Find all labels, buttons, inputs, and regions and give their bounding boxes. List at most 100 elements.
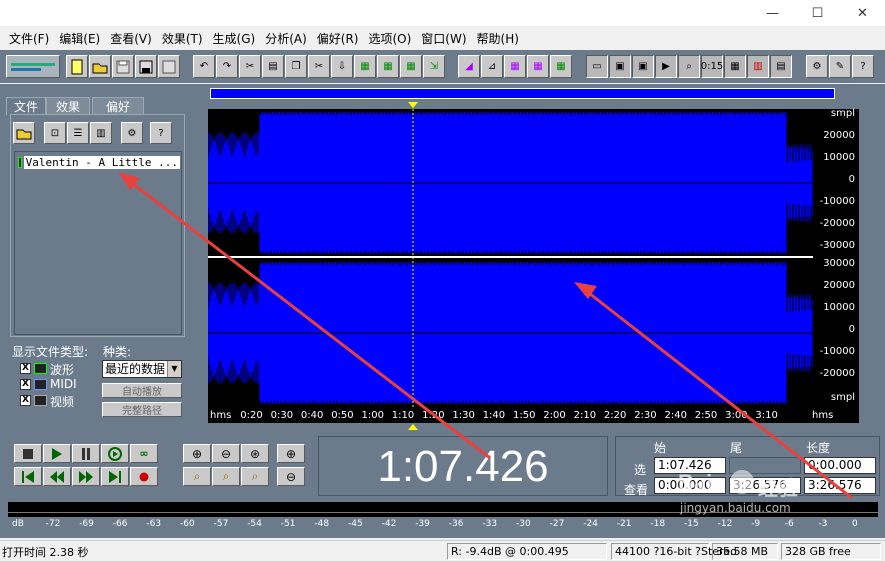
view-selection-icon[interactable]: ▦ — [724, 55, 746, 78]
view-files-icon[interactable]: ▣ — [609, 55, 631, 78]
close-file-icon[interactable]: ☰ — [67, 122, 89, 144]
time-tick: 1:00 — [361, 410, 384, 421]
view-info-icon[interactable]: ▣ — [632, 55, 654, 78]
crop-icon[interactable]: ⇲ — [423, 55, 445, 78]
amp-tick: -20000 — [819, 218, 855, 229]
midi-checkbox[interactable]: X — [20, 379, 31, 390]
play-icon[interactable] — [43, 444, 71, 463]
copy-new-icon[interactable]: ▤ — [262, 55, 284, 78]
playhead-bottom-marker-icon — [408, 424, 418, 430]
settings-icon[interactable]: ⚙ — [806, 55, 828, 78]
maximize-button[interactable]: ☐ — [795, 0, 840, 26]
menu-edit[interactable]: 编辑(E) — [54, 30, 105, 47]
tab-favorites[interactable]: 偏好 — [92, 97, 144, 115]
open-file-icon[interactable] — [89, 55, 111, 78]
sort-select[interactable]: 最近的数据 ▼ — [102, 360, 182, 378]
menu-analyze[interactable]: 分析(A) — [260, 30, 312, 47]
meter-tick: -42 — [381, 519, 397, 529]
amp-tick: 10000 — [823, 302, 855, 313]
zoom-full-icon[interactable]: ⊛ — [241, 444, 269, 463]
minimize-button[interactable]: — — [750, 0, 795, 26]
paste-new-icon[interactable]: ▦ — [354, 55, 376, 78]
script-icon[interactable]: ✎ — [829, 55, 851, 78]
redo-icon[interactable]: ↷ — [216, 55, 238, 78]
menu-view[interactable]: 查看(V) — [105, 30, 157, 47]
insert-icon[interactable]: ▥ — [90, 122, 112, 144]
record-icon[interactable] — [130, 467, 158, 486]
menu-favorites[interactable]: 偏好(R) — [312, 30, 364, 47]
trim-icon[interactable]: ▦ — [400, 55, 422, 78]
import-icon[interactable]: ⊡ — [44, 122, 66, 144]
multitrack-toggle-icon[interactable] — [6, 55, 60, 78]
menu-generate[interactable]: 生成(G) — [208, 30, 261, 47]
play-to-end-icon[interactable] — [101, 444, 129, 463]
overview-bar[interactable] — [210, 88, 835, 99]
file-help-icon[interactable]: ? — [150, 122, 172, 144]
spectral-display-icon[interactable]: ⊿ — [481, 55, 503, 78]
help-icon[interactable]: ? — [852, 55, 874, 78]
repeat-last-icon[interactable]: ✂ — [239, 55, 261, 78]
zoom-selection-icon[interactable]: ⌕ — [241, 467, 269, 486]
view-zoom-icon[interactable]: ⌕ — [678, 55, 700, 78]
pause-icon[interactable] — [72, 444, 100, 463]
waveform-display-icon[interactable]: ◢ — [458, 55, 480, 78]
meter-tick: -57 — [213, 519, 229, 529]
menu-help[interactable]: 帮助(H) — [472, 30, 524, 47]
file-settings-icon[interactable]: ⚙ — [121, 122, 143, 144]
save-icon[interactable] — [112, 55, 134, 78]
autoplay-button[interactable]: 自动播放 — [102, 383, 182, 398]
save-all-icon[interactable] — [158, 55, 180, 78]
rewind-icon[interactable] — [43, 467, 71, 486]
tab-files[interactable]: 文件 — [6, 97, 46, 115]
amp-unit-top: smpl — [830, 108, 855, 119]
spectral-pan-icon[interactable]: ▦ — [504, 55, 526, 78]
new-file-icon[interactable] — [66, 55, 88, 78]
view-time-icon[interactable]: 0:15 — [701, 55, 723, 78]
go-to-start-icon[interactable] — [14, 467, 42, 486]
spectral-phase-icon[interactable]: ▦ — [527, 55, 549, 78]
list-item[interactable]: Valentin - A Little ... — [18, 155, 180, 170]
watermark-url: jingyan.baidu.com — [680, 501, 791, 515]
menu-window[interactable]: 窗口(W) — [416, 30, 471, 47]
vertical-zoom-in-icon[interactable]: ⊕ — [277, 444, 305, 463]
open-folder-icon[interactable] — [13, 122, 35, 144]
close-button[interactable]: ✕ — [840, 0, 885, 26]
wave-checkbox[interactable]: X — [20, 363, 31, 374]
zoom-in-icon[interactable]: ⊕ — [183, 444, 211, 463]
loop-icon[interactable]: ∞ — [130, 444, 158, 463]
spectral-freq-icon[interactable]: ▦ — [550, 55, 572, 78]
tab-effects[interactable]: 效果 — [46, 97, 90, 115]
paste-icon[interactable]: ⇩ — [331, 55, 353, 78]
waveform-view[interactable] — [207, 109, 813, 409]
meter-tick: dB — [12, 519, 24, 529]
chevron-down-icon[interactable]: ▼ — [167, 361, 181, 377]
menu-file[interactable]: 文件(F) — [4, 30, 54, 47]
go-to-end-icon[interactable] — [101, 467, 129, 486]
amp-tick: 10000 — [823, 152, 855, 163]
meter-tick: -30 — [516, 519, 531, 529]
view-transport-icon[interactable]: ▶ — [655, 55, 677, 78]
save-as-icon[interactable] — [135, 55, 157, 78]
fast-forward-icon[interactable] — [72, 467, 100, 486]
view-level-icon[interactable]: ▥ — [747, 55, 769, 78]
copy-icon[interactable]: ❐ — [285, 55, 307, 78]
begin-header: 始 — [654, 441, 667, 455]
undo-icon[interactable]: ↶ — [193, 55, 215, 78]
zoom-left-icon[interactable]: ⌕ — [183, 467, 211, 486]
file-name: Valentin - A Little ... — [23, 156, 180, 169]
view-status-icon[interactable]: ▤ — [770, 55, 792, 78]
end-header: 尾 — [730, 441, 743, 455]
video-checkbox[interactable]: X — [20, 395, 31, 406]
zoom-out-icon[interactable]: ⊖ — [212, 444, 240, 463]
amplitude-ruler: smpl 20000 10000 0 -10000 -20000 -30000 … — [813, 108, 859, 409]
full-path-button[interactable]: 完整路径 — [102, 402, 182, 417]
zoom-right-icon[interactable]: ⌕ — [212, 467, 240, 486]
view-panel-icon[interactable]: ▭ — [586, 55, 608, 78]
stop-icon[interactable] — [14, 444, 42, 463]
menu-effects[interactable]: 效果(T) — [157, 30, 208, 47]
menu-options[interactable]: 选项(O) — [363, 30, 416, 47]
vertical-zoom-out-icon[interactable]: ⊖ — [277, 467, 305, 486]
cut-icon[interactable]: ✂ — [308, 55, 330, 78]
amp-tick: 30000 — [823, 258, 855, 269]
mix-paste-icon[interactable]: ▦ — [377, 55, 399, 78]
